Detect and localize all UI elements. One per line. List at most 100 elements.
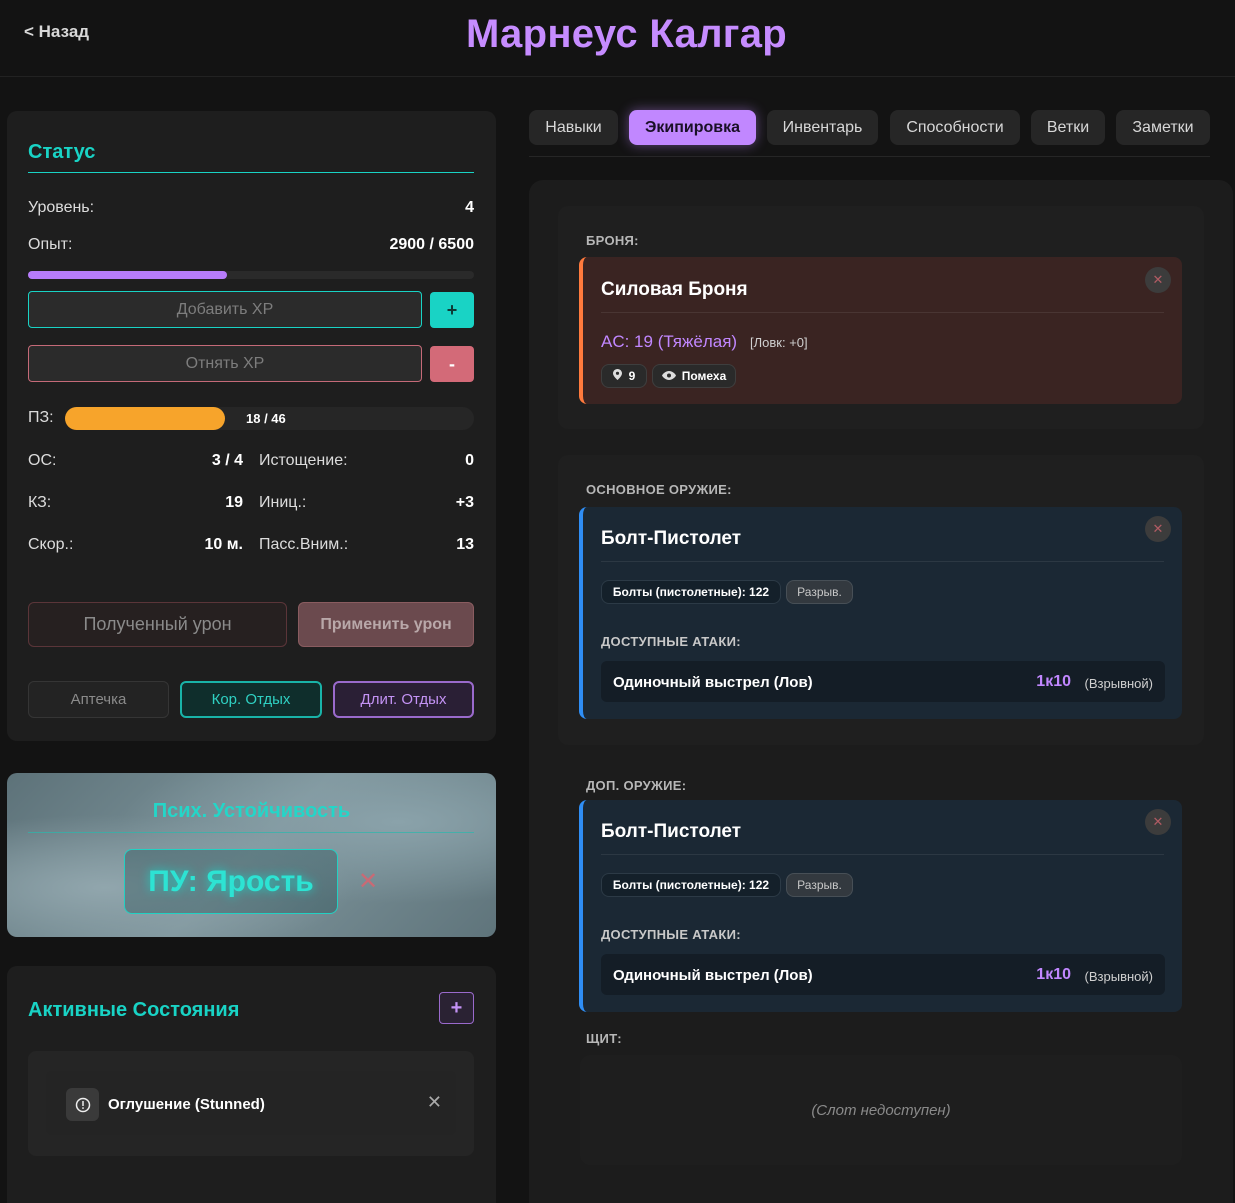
tab-branches[interactable]: Ветки (1031, 110, 1105, 145)
psych-panel: Псих. Устойчивость ПУ: Ярость ✕ (7, 773, 496, 937)
ac-label: КЗ: (28, 494, 52, 511)
damage-input[interactable]: Полученный урон (28, 602, 287, 647)
weight-chip: 9 (601, 364, 647, 388)
ammo-chip: Болты (пистолетные): 122 (601, 580, 781, 604)
status-panel: Статус Уровень: 4 Опыт: 2900 / 6500 Доба… (7, 111, 496, 741)
main-weapon-name: Болт-Пистолет (601, 528, 742, 549)
attack-name: Одиночный выстрел (Лов) (613, 967, 813, 984)
status-title: Статус (28, 141, 96, 163)
armor-slot-label: БРОНЯ: (586, 233, 639, 248)
hp-bar-fill (65, 407, 225, 430)
attacks-label: ДОСТУПНЫЕ АТАКИ: (601, 634, 741, 649)
tab-skills[interactable]: Навыки (529, 110, 618, 145)
ammo-chip: Болты (пистолетные): 122 (601, 873, 781, 897)
speed-value: 10 м. (204, 536, 243, 553)
hp-label: ПЗ: (28, 409, 54, 426)
armor-ac: AC: 19 (Тяжёлая) (601, 332, 738, 351)
subtract-xp-input[interactable]: Отнять XP (28, 345, 422, 382)
medkit-button[interactable]: Аптечка (28, 681, 169, 718)
xp-progress-fill (28, 271, 227, 279)
add-xp-button[interactable]: + (430, 292, 474, 328)
subtract-xp-button[interactable]: - (430, 346, 474, 382)
stealth-chip: Помеха (652, 364, 736, 388)
top-bar: < Назад Марнеус Калгар (0, 0, 1235, 77)
damage-type: (Взрывной) (1084, 969, 1153, 984)
weight-icon (612, 369, 622, 383)
main-weapon-label: ОСНОВНОЕ ОРУЖИЕ: (586, 482, 732, 497)
armor-dex-mod: [Ловк: +0] (750, 335, 808, 350)
attack-dice: 1к10 (1036, 966, 1071, 983)
perception-label: Пасс.Вним.: (259, 536, 349, 553)
speed-row: Скор.: 10 м. (28, 536, 243, 554)
os-value: 3 / 4 (211, 452, 243, 469)
remove-armor-icon[interactable]: ✕ (1145, 267, 1171, 293)
attack-row[interactable]: Одиночный выстрел (Лов) 1к10 (Взрывной) (601, 954, 1165, 995)
hp-value: 18 / 46 (246, 411, 286, 426)
tab-inventory[interactable]: Инвентарь (767, 110, 878, 145)
long-rest-button[interactable]: Длит. Отдых (333, 681, 474, 718)
perception-value: 13 (456, 536, 474, 553)
attack-row[interactable]: Одиночный выстрел (Лов) 1к10 (Взрывной) (601, 661, 1165, 702)
exhaustion-row: Истощение: 0 (259, 452, 474, 470)
tab-equipment[interactable]: Экипировка (629, 110, 756, 145)
shield-slot-empty: (Слот недоступен) (580, 1055, 1182, 1165)
short-rest-button[interactable]: Кор. Отдых (180, 681, 322, 718)
armor-card: Силовая Броня ✕ AC: 19 (Тяжёлая) [Ловк: … (579, 257, 1182, 404)
remove-off-weapon-icon[interactable]: ✕ (1145, 809, 1171, 835)
xp-row: Опыт: 2900 / 6500 (28, 236, 474, 254)
divider (601, 561, 1164, 562)
conditions-title: Активные Состояния (28, 999, 240, 1021)
armor-name: Силовая Броня (601, 279, 748, 300)
apply-damage-button[interactable]: Применить урон (298, 602, 474, 647)
main-weapon-card: Болт-Пистолет ✕ Болты (пистолетные): 122… (579, 507, 1182, 719)
add-xp-input[interactable]: Добавить XP (28, 291, 422, 328)
stealth-value: Помеха (681, 369, 727, 383)
hp-bar: 18 / 46 (65, 407, 474, 430)
eye-icon (661, 369, 676, 383)
condition-name: Оглушение (Stunned) (108, 1096, 265, 1113)
initiative-label: Иниц.: (259, 494, 307, 511)
tab-notes[interactable]: Заметки (1116, 110, 1210, 145)
property-chip: Разрыв. (786, 580, 853, 604)
xp-value: 2900 / 6500 (389, 236, 474, 253)
divider (601, 854, 1164, 855)
ac-row: КЗ: 19 (28, 494, 243, 512)
os-row: ОС: 3 / 4 (28, 452, 243, 470)
tab-abilities[interactable]: Способности (890, 110, 1020, 145)
os-label: ОС: (28, 452, 57, 469)
level-label: Уровень: (28, 199, 95, 216)
page-title: Марнеус Калгар (465, 12, 788, 56)
shield-label: ЩИТ: (586, 1031, 622, 1046)
add-condition-button[interactable]: + (439, 992, 474, 1024)
perception-row: Пасс.Вним.: 13 (259, 536, 474, 554)
property-chip: Разрыв. (786, 873, 853, 897)
initiative-row: Иниц.: +3 (259, 494, 474, 512)
divider (28, 832, 474, 833)
divider (28, 172, 474, 173)
level-row: Уровень: 4 (28, 199, 474, 217)
conditions-panel: Активные Состояния + Оглушение (Stunned)… (7, 966, 496, 1203)
tab-bar: Навыки Экипировка Инвентарь Способности … (529, 110, 1210, 157)
xp-progress-bar (28, 271, 474, 279)
weight-value: 9 (628, 369, 636, 383)
level-value: 4 (465, 199, 474, 216)
off-weapon-name: Болт-Пистолет (601, 821, 742, 842)
off-weapon-label: ДОП. ОРУЖИЕ: (586, 778, 687, 793)
exhaustion-value: 0 (465, 452, 474, 469)
ac-value: 19 (225, 494, 243, 511)
speed-label: Скор.: (28, 536, 74, 553)
psych-state-badge: ПУ: Ярость (124, 849, 338, 914)
conditions-list: Оглушение (Stunned) ✕ (28, 1051, 474, 1156)
close-icon[interactable]: ✕ (358, 867, 378, 896)
divider (601, 312, 1164, 313)
remove-main-weapon-icon[interactable]: ✕ (1145, 516, 1171, 542)
off-weapon-card: Болт-Пистолет ✕ Болты (пистолетные): 122… (579, 800, 1182, 1012)
attack-name: Одиночный выстрел (Лов) (613, 674, 813, 691)
damage-type: (Взрывной) (1084, 676, 1153, 691)
xp-label: Опыт: (28, 236, 73, 253)
alert-circle-icon (66, 1088, 99, 1121)
initiative-value: +3 (455, 494, 474, 511)
condition-item: Оглушение (Stunned) ✕ (46, 1071, 456, 1135)
remove-condition-icon[interactable]: ✕ (427, 1092, 442, 1113)
attack-dice: 1к10 (1036, 673, 1071, 690)
